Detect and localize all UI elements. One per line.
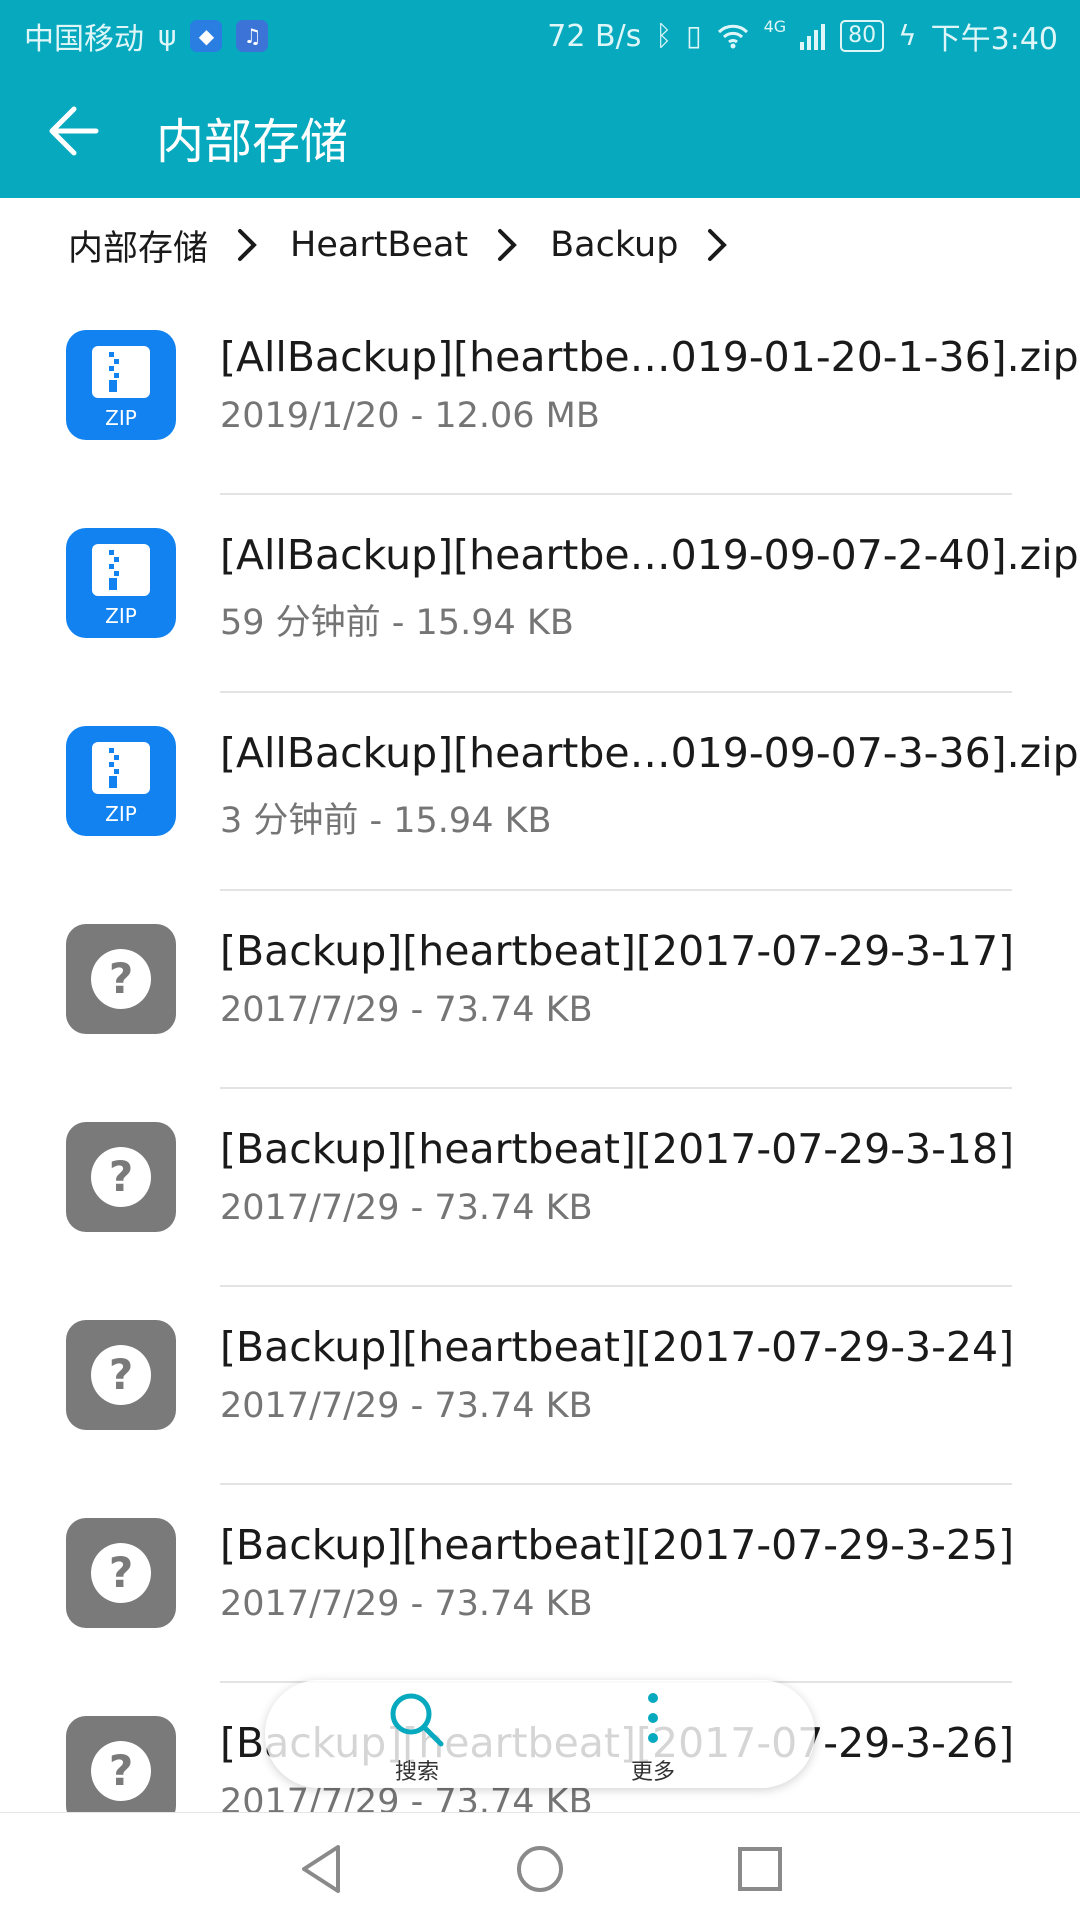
nav-home-icon[interactable] (512, 1841, 568, 1897)
breadcrumb-item-internal-storage[interactable]: 内部存储 (68, 220, 208, 271)
file-meta: 2019/1/20 - 12.06 MB (220, 396, 600, 436)
carrier-label: 中国移动 (24, 22, 144, 57)
signal-icon (800, 24, 826, 50)
bluetooth-icon: ᛒ (655, 19, 673, 52)
clock: 下午3:40 (930, 22, 1058, 57)
wifi-icon (717, 24, 748, 49)
zip-file-icon: ZIP (66, 726, 176, 836)
file-row[interactable]: ? [Backup][heartbeat][2017-07-29-3-17] 2… (0, 891, 1080, 1089)
file-name: [AllBackup][heartbe…019-09-07-2-40].zip (220, 531, 1079, 579)
page-title: 内部存储 (156, 114, 349, 170)
file-name: [AllBackup][heartbe…019-09-07-3-36].zip (220, 729, 1079, 777)
search-button[interactable]: 搜索 (357, 1688, 477, 1785)
file-meta: 59 分钟前 - 15.94 KB (220, 603, 574, 643)
file-name: [AllBackup][heartbe…019-01-20-1-36].zip (220, 333, 1079, 381)
zip-file-icon: ZIP (66, 528, 176, 638)
nav-recents-icon[interactable] (732, 1841, 788, 1897)
vibrate-icon: ▯ (686, 19, 702, 52)
file-meta: 2017/7/29 - 73.74 KB (220, 1386, 593, 1426)
music-app-icon: ♫ (236, 20, 269, 52)
question-icon: ? (91, 1345, 151, 1405)
shield-app-icon: ◆ (190, 20, 223, 52)
file-meta: 2017/7/29 - 73.74 KB (220, 990, 593, 1030)
battery-level: 80 (840, 20, 885, 52)
net-speed: 72 B/s (547, 18, 642, 54)
question-icon: ? (91, 1741, 151, 1801)
more-label: 更多 (630, 1760, 675, 1785)
breadcrumb: 内部存储 HeartBeat Backup (68, 212, 760, 278)
chevron-right-icon (708, 229, 728, 261)
search-label: 搜索 (394, 1760, 439, 1785)
nav-back-icon[interactable] (294, 1841, 350, 1897)
unknown-file-icon: ? (66, 1716, 176, 1826)
more-button[interactable]: 更多 (593, 1688, 713, 1785)
more-vert-icon (648, 1693, 658, 1743)
zip-icon-label: ZIP (105, 604, 137, 628)
file-meta: 2017/7/29 - 73.74 KB (220, 1584, 593, 1624)
file-row[interactable]: ZIP [AllBackup][heartbe…019-09-07-3-36].… (0, 693, 1080, 891)
question-icon: ? (91, 1543, 151, 1603)
breadcrumb-item-backup[interactable]: Backup (550, 225, 678, 265)
file-row[interactable]: ZIP [AllBackup][heartbe…019-09-07-2-40].… (0, 495, 1080, 693)
usb-icon: ψ (158, 19, 177, 52)
file-row[interactable]: ? [Backup][heartbeat][2017-07-29-3-24] 2… (0, 1287, 1080, 1485)
charging-icon: ϟ (898, 19, 917, 52)
status-bar: 中国移动 ψ ◆ ♫ 72 B/s ᛒ ▯ 4G 80 ϟ 下午3:40 (0, 0, 1080, 66)
bottom-action-bar: 搜索 更多 (265, 1680, 815, 1788)
zip-icon-label: ZIP (105, 802, 137, 826)
file-row[interactable]: ? [Backup][heartbeat][2017-07-29-3-25] 2… (0, 1485, 1080, 1683)
zip-icon-label: ZIP (105, 406, 137, 430)
unknown-file-icon: ? (66, 1518, 176, 1628)
file-row[interactable]: ? [Backup][heartbeat][2017-07-29-3-18] 2… (0, 1089, 1080, 1287)
file-name: [Backup][heartbeat][2017-07-29-3-25] (220, 1521, 1015, 1569)
chevron-right-icon (498, 229, 517, 261)
file-meta: 2017/7/29 - 73.74 KB (220, 1188, 593, 1228)
file-list: ZIP [AllBackup][heartbe…019-01-20-1-36].… (0, 297, 1080, 1881)
back-arrow-icon[interactable] (44, 96, 104, 166)
system-nav-bar (0, 1812, 1080, 1921)
breadcrumb-item-heartbeat[interactable]: HeartBeat (290, 225, 468, 265)
file-meta: 3 分钟前 - 15.94 KB (220, 801, 552, 841)
file-name: [Backup][heartbeat][2017-07-29-3-24] (220, 1323, 1015, 1371)
file-row[interactable]: ZIP [AllBackup][heartbe…019-01-20-1-36].… (0, 297, 1080, 495)
app-bar: 内部存储 (0, 66, 1080, 198)
question-icon: ? (91, 1147, 151, 1207)
zip-file-icon: ZIP (66, 330, 176, 440)
search-icon (390, 1693, 444, 1747)
file-name: [Backup][heartbeat][2017-07-29-3-18] (220, 1125, 1015, 1173)
file-name: [Backup][heartbeat][2017-07-29-3-17] (220, 927, 1015, 975)
question-icon: ? (91, 949, 151, 1009)
network-type: 4G (763, 16, 787, 36)
unknown-file-icon: ? (66, 1320, 176, 1430)
unknown-file-icon: ? (66, 924, 176, 1034)
chevron-right-icon (238, 229, 257, 261)
unknown-file-icon: ? (66, 1122, 176, 1232)
